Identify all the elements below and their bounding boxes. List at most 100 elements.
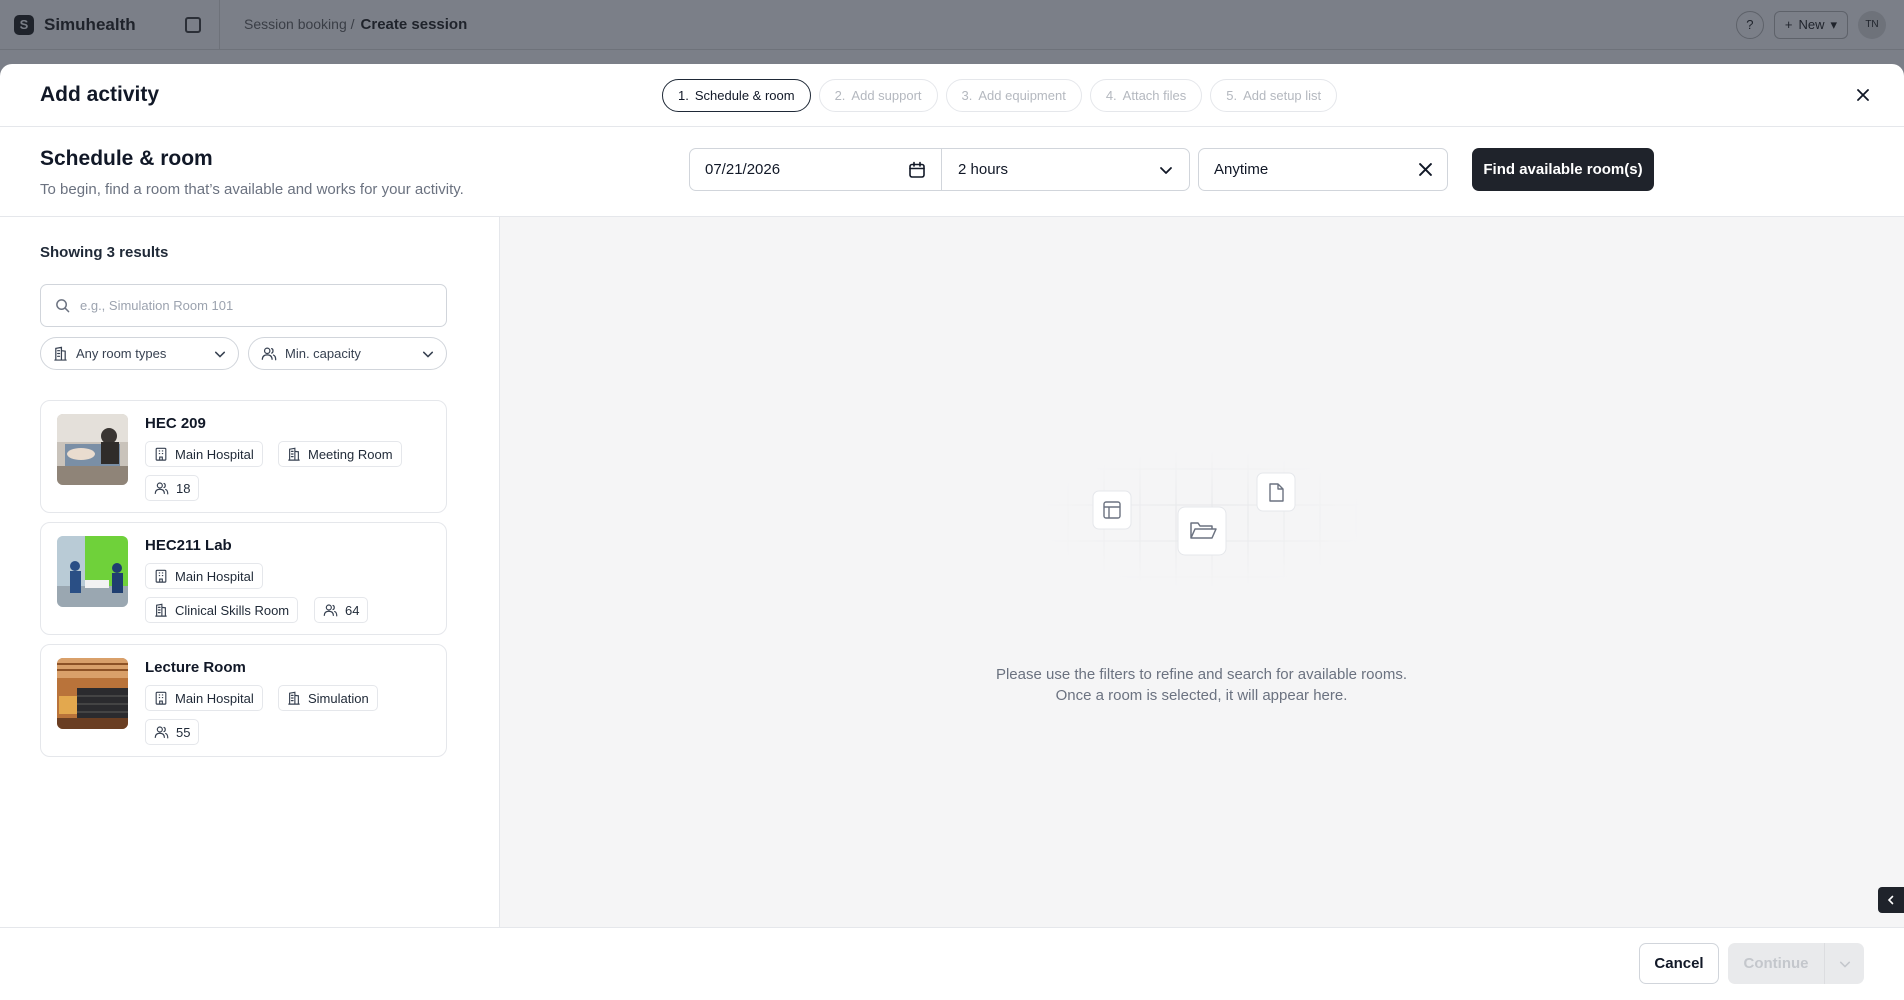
- continue-options-button[interactable]: [1824, 943, 1864, 984]
- room-type-tag: Clinical Skills Room: [145, 597, 299, 623]
- chevron-down-icon: [1839, 961, 1850, 968]
- cancel-button[interactable]: Cancel: [1639, 943, 1719, 984]
- plus-icon: +: [1784, 17, 1793, 32]
- search-input[interactable]: [80, 298, 420, 313]
- simuhealth-logo-icon: S: [14, 14, 34, 35]
- step-number: 2.: [834, 88, 846, 103]
- step-schedule-room[interactable]: 1. Schedule & room: [662, 79, 811, 112]
- modal-header: Add activity 1. Schedule & room 2. Add s…: [0, 64, 1904, 127]
- building-tag: Main Hospital: [145, 685, 263, 711]
- breadcrumb-current: Create session: [360, 16, 468, 33]
- file-icon: [1256, 472, 1296, 512]
- building-icon: [288, 447, 300, 461]
- breadcrumb-parent[interactable]: Session booking /: [244, 16, 355, 33]
- step-label: Add equipment: [978, 88, 1066, 103]
- room-card-hec211-lab[interactable]: HEC211 Lab Main Hospital Clinical Skills…: [40, 522, 447, 635]
- building-tag: Main Hospital: [145, 441, 263, 467]
- brand-name: Simuhealth: [44, 14, 136, 34]
- modal-title: Add activity: [40, 83, 160, 106]
- add-activity-modal: Add activity 1. Schedule & room 2. Add s…: [0, 64, 1904, 1000]
- room-type: Meeting Room: [308, 446, 393, 462]
- building-tag: Main Hospital: [145, 563, 263, 589]
- capacity-value: 55: [176, 724, 191, 740]
- step-label: Add support: [851, 88, 922, 103]
- chevron-down-icon: [214, 351, 226, 358]
- help-icon[interactable]: ?: [1735, 10, 1764, 39]
- results-panel: Showing 3 results Any room types Min. ca…: [0, 217, 500, 927]
- hospital-building-icon: [155, 569, 167, 583]
- chevron-down-icon: ▾: [1830, 16, 1837, 32]
- step-add-setup-list[interactable]: 5. Add setup list: [1210, 79, 1338, 112]
- empty-state-line-2: Once a room is selected, it will appear …: [1055, 687, 1348, 704]
- room-photo: [57, 414, 128, 485]
- step-number: 4.: [1105, 88, 1117, 103]
- step-number: 1.: [678, 88, 689, 103]
- building-name: Main Hospital: [175, 568, 254, 584]
- duration-select[interactable]: 2 hours: [942, 149, 1189, 190]
- time-of-day-field[interactable]: Anytime: [1198, 148, 1448, 191]
- users-icon: [154, 482, 169, 495]
- chevron-left-icon: [1887, 895, 1894, 905]
- capacity-value: 18: [176, 480, 191, 496]
- results-count: Showing 3 results: [40, 244, 169, 261]
- date-duration-group: 07/21/2026 2 hours: [689, 148, 1190, 191]
- step-add-equipment[interactable]: 3. Add equipment: [945, 79, 1082, 112]
- room-type: Simulation: [308, 690, 369, 706]
- building-name: Main Hospital: [175, 446, 254, 462]
- new-label: New: [1798, 17, 1825, 32]
- date-value: 07/21/2026: [705, 161, 781, 178]
- empty-state-message: Please use the filters to refine and sea…: [500, 664, 1903, 706]
- new-button[interactable]: + New ▾: [1773, 10, 1848, 39]
- app-topbar: S Simuhealth Session booking / Create se…: [0, 0, 1904, 50]
- panel-toggle-button[interactable]: [1878, 887, 1904, 913]
- step-label: Attach files: [1122, 88, 1187, 103]
- room-type-filter-label: Any room types: [76, 346, 167, 361]
- building-name: Main Hospital: [175, 690, 254, 706]
- avatar[interactable]: TN: [1858, 10, 1886, 39]
- modal-footer: Cancel Continue: [0, 927, 1904, 1000]
- section-subtitle: To begin, find a room that’s available a…: [40, 181, 464, 198]
- find-available-rooms-button[interactable]: Find available room(s): [1472, 148, 1654, 191]
- capacity-tag: 64: [314, 597, 369, 623]
- room-name: Lecture Room: [145, 659, 246, 676]
- schedule-filters: 07/21/2026 2 hours Anytime Find availabl…: [689, 148, 1654, 191]
- calendar-icon[interactable]: [908, 161, 926, 179]
- room-type-tag: Meeting Room: [278, 441, 402, 467]
- step-label: Schedule & room: [694, 88, 795, 103]
- min-capacity-filter-label: Min. capacity: [285, 346, 361, 361]
- duration-value: 2 hours: [958, 161, 1009, 178]
- folder-open-icon: [1177, 506, 1227, 556]
- selected-room-panel: Please use the filters to refine and sea…: [500, 217, 1904, 927]
- modal-body: Showing 3 results Any room types Min. ca…: [0, 217, 1904, 927]
- min-capacity-filter[interactable]: Min. capacity: [248, 337, 447, 370]
- empty-state-illustration: [1038, 449, 1368, 589]
- chevron-down-icon: [422, 351, 434, 358]
- users-icon: [154, 726, 169, 739]
- step-label: Add setup list: [1243, 88, 1322, 103]
- room-card-hec-209[interactable]: HEC 209 Main Hospital Meeting Room 18: [40, 400, 447, 513]
- continue-split-button: Continue: [1728, 943, 1864, 984]
- room-search[interactable]: [40, 284, 447, 327]
- room-card-lecture-room[interactable]: Lecture Room Main Hospital Simulation 55: [40, 644, 447, 757]
- step-attach-files[interactable]: 4. Attach files: [1089, 79, 1203, 112]
- hospital-building-icon: [155, 447, 167, 461]
- step-number: 3.: [961, 88, 973, 103]
- building-icon: [54, 346, 67, 361]
- room-type-filter[interactable]: Any room types: [40, 337, 239, 370]
- room-photo: [57, 536, 128, 607]
- table-icon: [1092, 490, 1132, 530]
- sidebar-collapse-icon[interactable]: [185, 16, 201, 33]
- hospital-building-icon: [155, 691, 167, 705]
- room-photo: [57, 658, 128, 729]
- room-name: HEC211 Lab: [145, 537, 232, 554]
- close-button[interactable]: [1852, 84, 1874, 106]
- breadcrumb: Session booking / Create session: [220, 16, 467, 33]
- building-icon: [155, 603, 167, 617]
- room-type-tag: Simulation: [278, 685, 378, 711]
- capacity-tag: 18: [145, 475, 200, 501]
- continue-button[interactable]: Continue: [1728, 943, 1824, 984]
- users-icon: [323, 604, 338, 617]
- clear-icon[interactable]: [1419, 163, 1432, 176]
- step-add-support[interactable]: 2. Add support: [818, 79, 938, 112]
- date-field[interactable]: 07/21/2026: [690, 149, 942, 190]
